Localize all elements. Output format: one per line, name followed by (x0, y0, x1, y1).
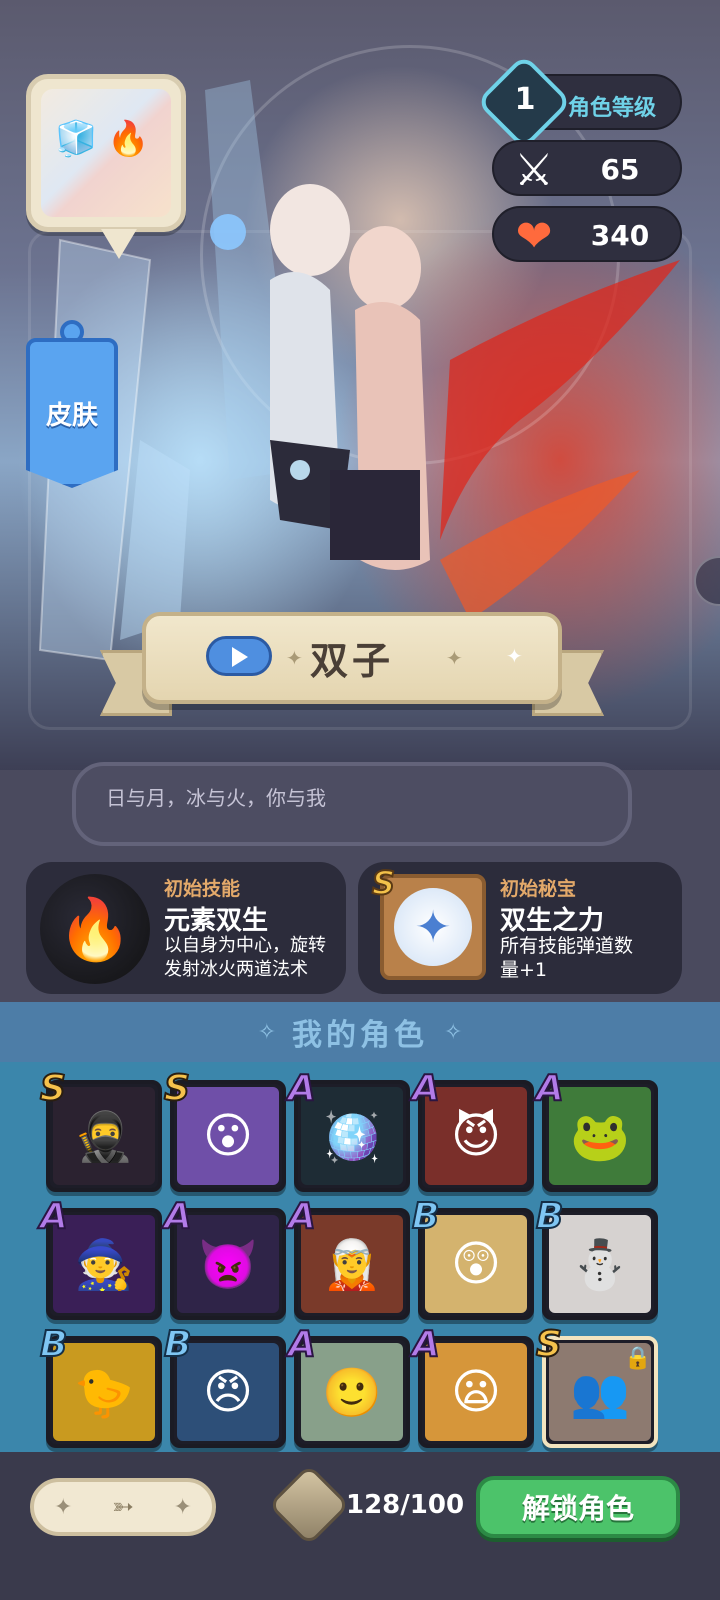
character-quote: 日与月，冰与火，你与我 (106, 786, 326, 810)
grade-badge: A (287, 1067, 317, 1110)
character-card[interactable]: 🧙 A (39, 1195, 162, 1320)
character-card[interactable]: 😈 A (411, 1067, 534, 1192)
ornament-left-icon: ✧ (257, 1019, 276, 1045)
character-card[interactable]: ⛄ B (535, 1195, 658, 1320)
blonde-boy-icon: 😦 (425, 1343, 527, 1441)
relic-grade-badge: S (371, 863, 396, 903)
grade-badge: B (535, 1195, 564, 1238)
character-card[interactable]: 🥷 S (39, 1067, 162, 1192)
health-stat: ❤ 340 (492, 206, 682, 262)
snowman-icon: ⛄ (549, 1215, 651, 1313)
masked-ninja-icon: 🥷 (53, 1087, 155, 1185)
character-card[interactable]: 🐤 B (39, 1323, 162, 1448)
level-label: 角色等级 (568, 96, 657, 121)
attack-value: 65 (600, 153, 640, 186)
character-card[interactable]: 😲 B (411, 1195, 534, 1320)
skin-button[interactable]: 皮肤 (26, 320, 118, 490)
grade-badge: A (39, 1195, 69, 1238)
roster-header: ✧ 我的角色 ✧ (0, 1002, 720, 1062)
frog-icon: 🐸 (549, 1087, 651, 1185)
blonde-witch-icon: 🧝 (301, 1215, 403, 1313)
star-icon: ✦ (394, 888, 472, 966)
pixel-avatar-bubble[interactable]: 🧊 🔥 (26, 74, 186, 259)
scroll-body: ✦ 双子 ✦ ✦ (142, 612, 562, 704)
initial-relic-name: 双生之力 (500, 906, 605, 936)
grade-badge: A (411, 1067, 441, 1110)
purple-hair-girl-icon: 😮 (177, 1087, 279, 1185)
character-name-scroll: ✦ 双子 ✦ ✦ (100, 612, 604, 732)
ice-fire-skill-icon: 🔥 (40, 874, 150, 984)
grade-badge: B (39, 1323, 68, 1366)
level-stat: 1 角色等级 (475, 53, 682, 151)
attack-stat: ⚔ 65 (492, 140, 682, 196)
skin-banner: 皮肤 (26, 338, 118, 488)
character-shard-icon (267, 1463, 351, 1547)
shadow-wizard-icon: 🧙 (53, 1215, 155, 1313)
grade-badge: B (411, 1195, 440, 1238)
character-quote-box: 日与月，冰与火，你与我 (72, 762, 632, 846)
character-card[interactable]: 🙂 A (287, 1323, 410, 1448)
grade-badge: S (39, 1067, 67, 1110)
initial-relic-desc: 所有技能弹道数 量+1 (500, 934, 633, 982)
demon-boy-icon: 👿 (177, 1215, 279, 1313)
initial-skill-desc: 以自身为中心，旋转 发射冰火两道法术 (164, 934, 326, 982)
character-card[interactable]: 😮 S (163, 1067, 286, 1192)
character-card[interactable]: 👥 S 🔒 (535, 1323, 658, 1448)
blonde-girl-icon: 😲 (425, 1215, 527, 1313)
ice-twin-pixel-icon: 🧊 (55, 119, 98, 159)
grade-badge: A (163, 1195, 193, 1238)
level-value: 1 (514, 82, 536, 117)
roster-title: 我的角色 (292, 1018, 428, 1053)
character-roster-grid: 🥷 S 😮 S 🪩 A 😈 A 🐸 A 🧙 A 👿 A 🧝 A 😲 B ⛄ B 🐤 B 😠 B 🙂 A 😦 A 👥 S 🔒 (0, 1062, 720, 1452)
sparkle-icon: ✦ (446, 646, 463, 670)
initial-relic-title: 初始秘宝 (500, 878, 577, 900)
pixel-twins-avatar: 🧊 🔥 (41, 89, 171, 217)
grade-badge: A (535, 1067, 565, 1110)
shard-count: 128/100 (346, 1490, 465, 1520)
grade-badge: A (287, 1323, 317, 1366)
grade-badge: S (163, 1067, 191, 1110)
disco-ball-helmet-icon: 🪩 (301, 1087, 403, 1185)
bottom-bar: ✦ ➳ ✦ 128/100 解锁角色 (0, 1452, 720, 1600)
health-value: 340 (590, 219, 650, 252)
lock-icon: 🔒 (624, 1346, 652, 1371)
sparkle-icon: ✦ (173, 1494, 192, 1520)
yellow-bird-icon: 🐤 (53, 1343, 155, 1441)
skin-label: 皮肤 (45, 400, 98, 431)
initial-skill-name: 元素双生 (164, 906, 269, 936)
wing-ornament-icon: ➳ (112, 1492, 134, 1522)
initial-relic-card[interactable]: ✦ S 初始秘宝 双生之力 所有技能弹道数 量+1 (358, 862, 682, 994)
unlock-character-label: 解锁角色 (521, 1492, 634, 1525)
character-card[interactable]: 😦 A (411, 1323, 534, 1448)
character-card[interactable]: 👿 A (163, 1195, 286, 1320)
relic-desc-line: 量+1 (500, 959, 548, 981)
green-hair-girl-icon: 🙂 (301, 1343, 403, 1441)
ornament-right-icon: ✧ (444, 1019, 463, 1045)
character-name: 双子 (309, 639, 394, 683)
skill-desc-line: 发射冰火两道法术 (164, 959, 308, 980)
initial-skill-title: 初始技能 (164, 878, 241, 900)
heart-icon: ❤ (515, 210, 553, 262)
character-card[interactable]: 🧝 A (287, 1195, 410, 1320)
grade-badge: S (535, 1323, 563, 1366)
red-hair-boy-icon: 😈 (425, 1087, 527, 1185)
sparkle-icon: ✦ (54, 1494, 73, 1520)
character-card[interactable]: 🪩 A (287, 1067, 410, 1192)
sword-icon: ⚔ (514, 144, 554, 196)
fire-twin-pixel-icon: 🔥 (107, 119, 150, 159)
relic-desc-line: 所有技能弹道数 (500, 935, 634, 957)
sparkle-icon: ✦ (506, 644, 523, 668)
initial-skill-card[interactable]: 🔥 初始技能 元素双生 以自身为中心，旋转 发射冰火两道法术 (26, 862, 346, 994)
sort-filter-button[interactable]: ✦ ➳ ✦ (30, 1478, 216, 1536)
unlock-character-button[interactable]: 解锁角色 (476, 1476, 680, 1538)
character-card[interactable]: 🐸 A (535, 1067, 658, 1192)
blue-hair-boy-icon: 😠 (177, 1343, 279, 1441)
grade-badge: A (411, 1323, 441, 1366)
character-card[interactable]: 😠 B (163, 1323, 286, 1448)
twin-star-relic-icon: ✦ (380, 874, 486, 980)
skill-desc-line: 以自身为中心，旋转 (164, 935, 326, 956)
grade-badge: B (163, 1323, 192, 1366)
grade-badge: A (287, 1195, 317, 1238)
